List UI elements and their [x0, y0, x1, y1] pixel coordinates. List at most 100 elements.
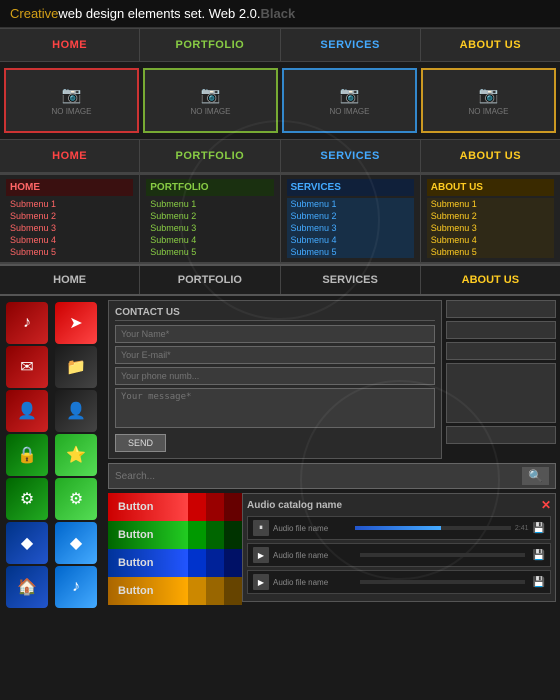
strip-seg — [206, 549, 224, 577]
button-green-strip — [188, 521, 242, 549]
submenu-about-1[interactable]: Submenu 1 — [427, 198, 554, 210]
submenu-about-4[interactable]: Submenu 4 — [427, 234, 554, 246]
icon-btn-mail-red[interactable]: ✉ — [6, 346, 48, 388]
strip-seg — [206, 577, 224, 605]
icon-btn-folder-dark[interactable]: 📁 — [55, 346, 97, 388]
audio-filename-1: Audio file name — [273, 524, 351, 533]
nav3-services[interactable]: SERVICES — [281, 266, 421, 294]
submenu-home-1[interactable]: Submenu 1 — [6, 198, 133, 210]
icon-btn-user-red[interactable]: 👤 — [6, 390, 48, 432]
icon-btn-arrow-red[interactable]: ➤ — [55, 302, 97, 344]
icon-btn-music-blue[interactable]: ♪ — [55, 566, 97, 608]
phone-input[interactable] — [115, 367, 435, 385]
submenu-portfolio-4[interactable]: Submenu 4 — [146, 234, 273, 246]
icon-btn-home-blue[interactable]: 🏠 — [6, 566, 48, 608]
button-red-label: Button — [118, 501, 153, 513]
nav1-services[interactable]: SERVICES — [281, 29, 421, 61]
submenu-about-5[interactable]: Submenu 5 — [427, 246, 554, 258]
strip-seg — [224, 549, 242, 577]
search-input[interactable] — [115, 471, 518, 482]
nav1-about[interactable]: ABOUT US — [421, 29, 560, 61]
audio-save-2[interactable]: 💾 — [533, 550, 545, 561]
icon-btn-settings-green[interactable]: ⚙ — [6, 478, 48, 520]
user-icon-2: 👤 — [66, 401, 86, 421]
send-button[interactable]: SEND — [115, 434, 166, 452]
submenu-col-home: HOME Submenu 1 Submenu 2 Submenu 3 Subme… — [0, 175, 140, 262]
submenu-portfolio-1[interactable]: Submenu 1 — [146, 198, 273, 210]
strip-seg — [206, 493, 224, 521]
submenu-services-4[interactable]: Submenu 4 — [287, 234, 414, 246]
submenu-portfolio-2[interactable]: Submenu 2 — [146, 210, 273, 222]
name-input[interactable] — [115, 325, 435, 343]
nav1-home[interactable]: HOME — [0, 29, 140, 61]
img-about: 📷 NO IMAGE — [421, 68, 556, 133]
camera-icon-4: 📷 — [479, 85, 499, 105]
submenu-services-5[interactable]: Submenu 5 — [287, 246, 414, 258]
button-blue-strip — [188, 549, 242, 577]
button-yellow-label: Button — [118, 585, 153, 597]
button-yellow-strip — [188, 577, 242, 605]
submenu-services-3[interactable]: Submenu 3 — [287, 222, 414, 234]
audio-progress-bar-2[interactable] — [360, 553, 525, 557]
icon-btn-lock-green[interactable]: 🔒 — [6, 434, 48, 476]
button-red[interactable]: Button — [108, 493, 188, 521]
nav1-portfolio[interactable]: PORTFOLIO — [140, 29, 280, 61]
icon-btn-music-red[interactable]: ♪ — [6, 302, 48, 344]
button-red-row[interactable]: Button — [108, 493, 238, 521]
search-button[interactable]: 🔍 — [522, 467, 549, 485]
submenu-services-2[interactable]: Submenu 2 — [287, 210, 414, 222]
nav2-portfolio[interactable]: PORTFOLIO — [140, 140, 280, 172]
audio-progress-bar-3[interactable] — [360, 580, 525, 584]
right-panel: CONTACT US SEND 🔍 — [108, 300, 556, 610]
button-yellow-row[interactable]: Button — [108, 577, 238, 605]
icon-btn-user-dark[interactable]: 👤 — [55, 390, 97, 432]
button-blue-row[interactable]: Button — [108, 549, 238, 577]
img-home: 📷 NO IMAGE — [4, 68, 139, 133]
icon-btn-star-green[interactable]: ⭐ — [55, 434, 97, 476]
icon-btn-diamond-blue[interactable]: ◆ — [6, 522, 48, 564]
submenu-portfolio-3[interactable]: Submenu 3 — [146, 222, 273, 234]
audio-save-1[interactable]: 💾 — [533, 523, 545, 534]
nav3-about[interactable]: ABOUT US — [421, 266, 560, 294]
settings-icon-1: ⚙ — [20, 489, 34, 509]
audio-play-button-2[interactable]: ▶ — [253, 547, 269, 563]
button-green[interactable]: Button — [108, 521, 188, 549]
lock-icon-1: 🔒 — [17, 445, 37, 465]
colored-buttons-column: Button Button — [108, 493, 238, 605]
audio-play-button-3[interactable]: ▶ — [253, 574, 269, 590]
camera-icon-3: 📷 — [340, 85, 360, 105]
submenu-home-5[interactable]: Submenu 5 — [6, 246, 133, 258]
submenu-home-3[interactable]: Submenu 3 — [6, 222, 133, 234]
email-input[interactable] — [115, 346, 435, 364]
submenu-portfolio-5[interactable]: Submenu 5 — [146, 246, 273, 258]
no-image-1: NO IMAGE — [51, 107, 91, 116]
nav3-home[interactable]: HOME — [0, 266, 140, 294]
audio-progress-bar-1[interactable] — [355, 526, 511, 530]
icon-btn-settings-green2[interactable]: ⚙ — [55, 478, 97, 520]
submenu-about-2[interactable]: Submenu 2 — [427, 210, 554, 222]
contact-right-box-tall — [446, 363, 556, 423]
nav2-home[interactable]: HOME — [0, 140, 140, 172]
message-input[interactable] — [115, 388, 435, 428]
button-yellow[interactable]: Button — [108, 577, 188, 605]
submenu-home-2[interactable]: Submenu 2 — [6, 210, 133, 222]
nav2-services[interactable]: SERVICES — [281, 140, 421, 172]
nav3-portfolio[interactable]: PORTFOLIO — [140, 266, 280, 294]
submenu-home-4[interactable]: Submenu 4 — [6, 234, 133, 246]
star-icon: ⭐ — [66, 445, 86, 465]
button-red-strip — [188, 493, 242, 521]
nav2-about[interactable]: ABOUT US — [421, 140, 560, 172]
audio-pause-button-1[interactable]: ⏸ — [253, 520, 269, 536]
audio-close-button[interactable]: ✕ — [541, 498, 551, 512]
title-suffix: Black — [261, 6, 296, 21]
icon-btn-diamond-blue2[interactable]: ◆ — [55, 522, 97, 564]
audio-progress-fill-1 — [355, 526, 441, 530]
submenu-about-3[interactable]: Submenu 3 — [427, 222, 554, 234]
no-image-2: NO IMAGE — [190, 107, 230, 116]
audio-track-3: ▶ Audio file name 💾 — [247, 570, 551, 594]
button-blue[interactable]: Button — [108, 549, 188, 577]
button-green-row[interactable]: Button — [108, 521, 238, 549]
camera-icon-1: 📷 — [62, 85, 82, 105]
audio-save-3[interactable]: 💾 — [533, 577, 545, 588]
submenu-services-1[interactable]: Submenu 1 — [287, 198, 414, 210]
